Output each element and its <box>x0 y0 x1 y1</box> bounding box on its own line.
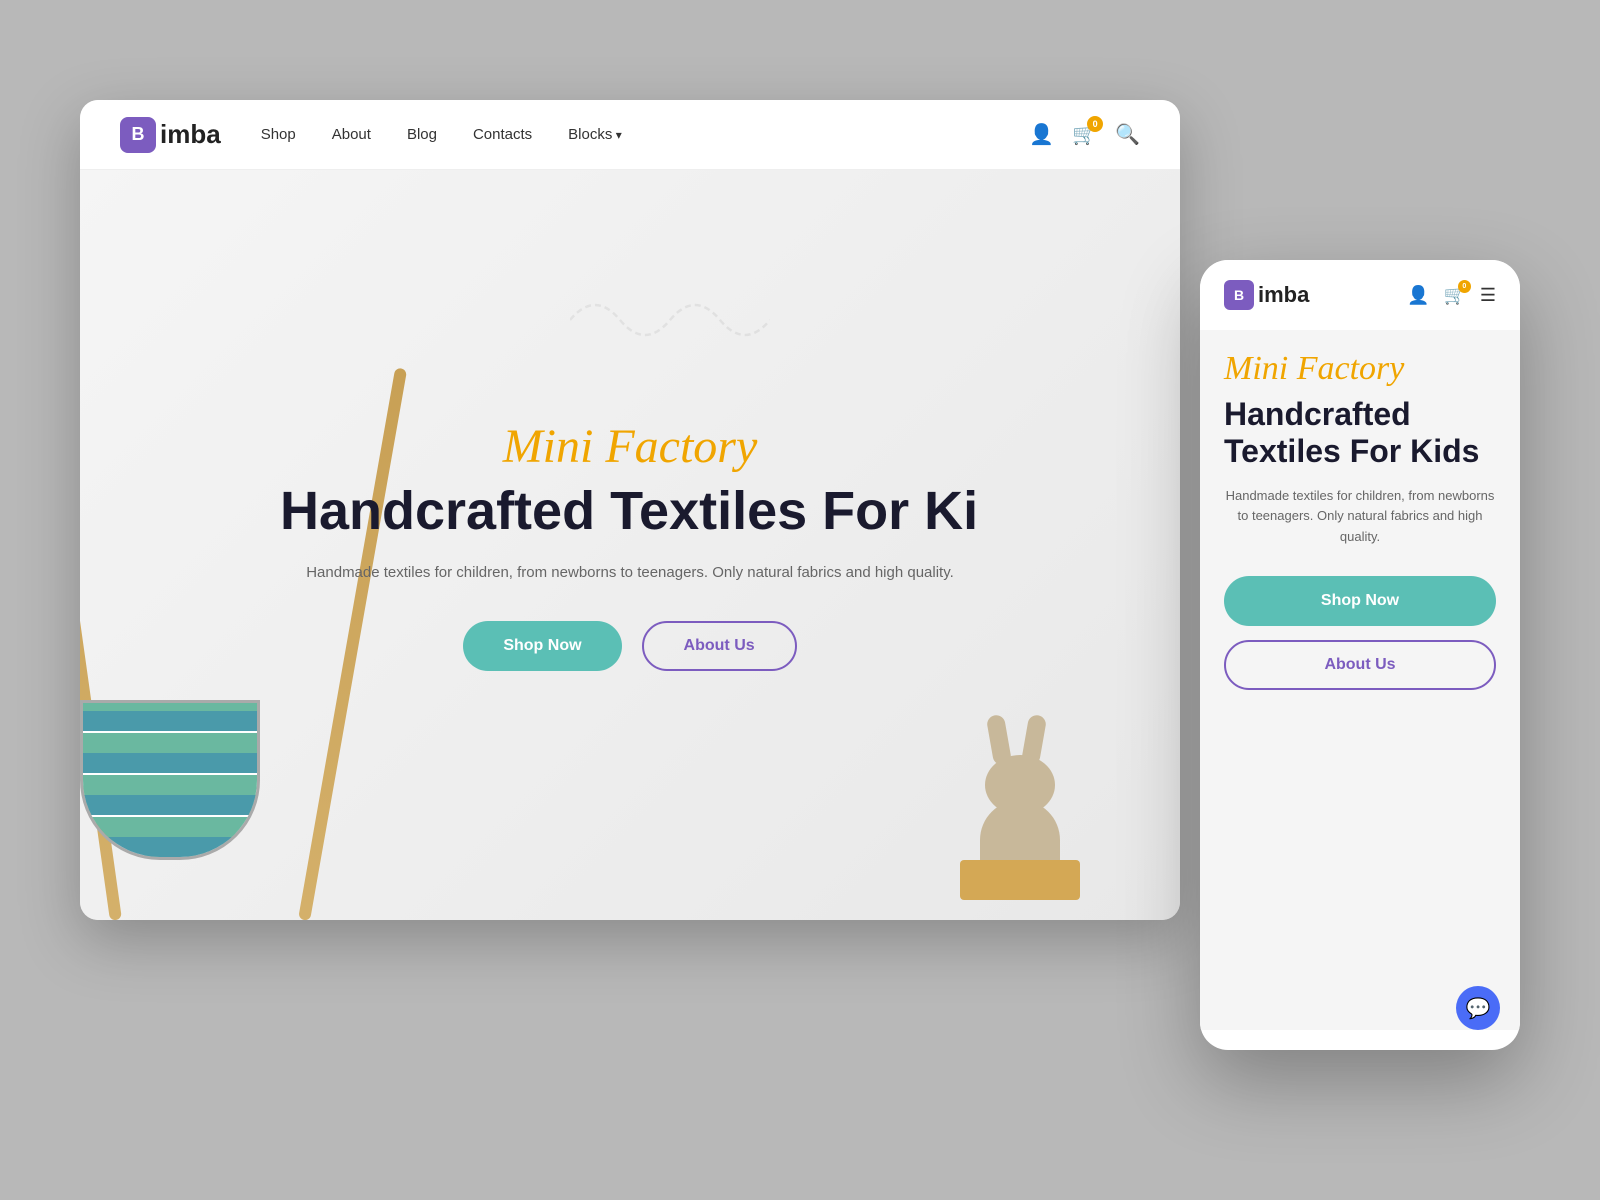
logo-icon: B <box>120 117 156 153</box>
basket-pattern <box>83 703 257 857</box>
mobile-cart-badge: 0 <box>1458 280 1471 293</box>
nav-link-shop[interactable]: Shop <box>261 126 296 143</box>
nav-item-about[interactable]: About <box>332 126 371 144</box>
desktop-card: B imba Shop About Blog Contacts Blocks <box>80 100 1180 920</box>
nav-item-shop[interactable]: Shop <box>261 126 296 144</box>
mobile-nav-icons: 👤 🛒 0 ☰ <box>1407 285 1496 306</box>
mobile-card: B imba 👤 🛒 0 ☰ Mini Factory Handcrafted … <box>1200 260 1520 1050</box>
cart-badge: 0 <box>1087 116 1103 132</box>
desktop-nav-icons: 👤 🛒 0 🔍 <box>1029 122 1140 147</box>
desktop-hero-description: Handmade textiles for children, from new… <box>280 561 980 585</box>
cart-icon[interactable]: 🛒 0 <box>1072 122 1097 147</box>
mobile-menu-icon[interactable]: ☰ <box>1480 285 1496 306</box>
desktop-about-us-button[interactable]: About Us <box>642 621 797 671</box>
desktop-navbar: B imba Shop About Blog Contacts Blocks <box>80 100 1180 170</box>
mobile-logo[interactable]: B imba <box>1224 280 1309 310</box>
mobile-hero-title: Handcrafted Textiles For Kids <box>1224 396 1496 470</box>
desktop-logo[interactable]: B imba <box>120 117 221 153</box>
nav-link-blog[interactable]: Blog <box>407 126 437 143</box>
desktop-hero-title: Handcrafted Textiles For Kids <box>280 482 980 541</box>
mobile-about-us-button[interactable]: About Us <box>1224 640 1496 690</box>
swing-basket <box>80 700 260 860</box>
chat-bubble-button[interactable]: 💬 <box>1456 986 1500 1030</box>
mobile-hero-subtitle: Mini Factory <box>1224 350 1496 388</box>
desktop-hero-buttons: Shop Now About Us <box>280 621 980 671</box>
nav-link-blocks[interactable]: Blocks <box>568 126 622 143</box>
mobile-cart-icon[interactable]: 🛒 0 <box>1443 285 1465 306</box>
squiggle-decoration <box>570 290 770 350</box>
nav-link-about[interactable]: About <box>332 126 371 143</box>
mobile-logo-icon: B <box>1224 280 1254 310</box>
user-icon[interactable]: 👤 <box>1029 122 1054 147</box>
mobile-hero-description: Handmade textiles for children, from new… <box>1224 486 1496 548</box>
mobile-navbar: B imba 👤 🛒 0 ☰ <box>1200 260 1520 330</box>
nav-item-blog[interactable]: Blog <box>407 126 437 144</box>
desktop-hero-content: Mini Factory Handcrafted Textiles For Ki… <box>280 419 980 671</box>
nav-link-contacts[interactable]: Contacts <box>473 126 532 143</box>
nav-item-blocks[interactable]: Blocks <box>568 126 622 144</box>
bunny-chair <box>960 860 1080 900</box>
mobile-user-icon[interactable]: 👤 <box>1407 285 1429 306</box>
nav-item-contacts[interactable]: Contacts <box>473 126 532 144</box>
mobile-hero: Mini Factory Handcrafted Textiles For Ki… <box>1200 330 1520 1030</box>
mobile-shop-now-button[interactable]: Shop Now <box>1224 576 1496 626</box>
desktop-hero: Mini Factory Handcrafted Textiles For Ki… <box>80 170 1180 920</box>
desktop-nav-links: Shop About Blog Contacts Blocks <box>261 126 990 144</box>
scene: B imba Shop About Blog Contacts Blocks <box>80 100 1520 1100</box>
bunny-toy-decoration <box>960 750 1080 900</box>
desktop-shop-now-button[interactable]: Shop Now <box>463 621 621 671</box>
search-icon[interactable]: 🔍 <box>1115 122 1140 147</box>
desktop-hero-subtitle: Mini Factory <box>280 419 980 474</box>
